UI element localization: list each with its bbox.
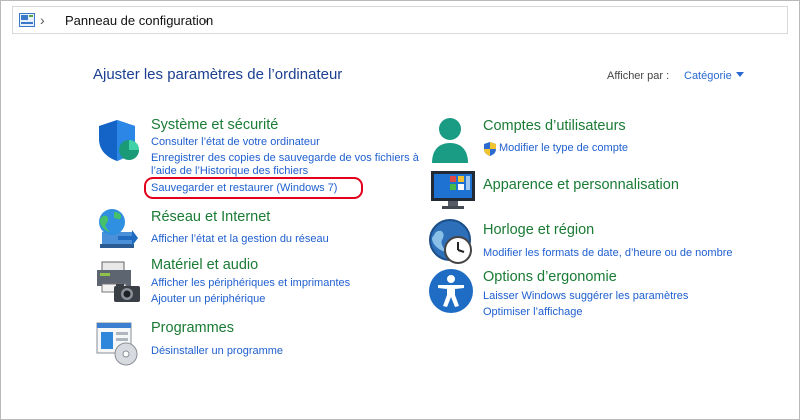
uac-shield-icon xyxy=(484,142,496,156)
link-optimize-display[interactable]: Optimiser l’affichage xyxy=(483,305,582,319)
category-programs[interactable]: Programmes xyxy=(151,320,234,336)
printer-camera-icon[interactable] xyxy=(96,258,142,304)
shield-icon[interactable] xyxy=(96,117,142,163)
link-change-date-formats[interactable]: Modifier les formats de date, d’heure ou… xyxy=(483,246,732,260)
category-clock-region[interactable]: Horloge et région xyxy=(483,222,594,238)
link-change-account-type[interactable]: Modifier le type de compte xyxy=(499,141,628,155)
link-check-computer-status[interactable]: Consulter l’état de votre ordinateur xyxy=(151,135,320,149)
link-file-history-backup-line2[interactable]: l’aide de l’Historique des fichiers xyxy=(151,164,308,178)
control-panel-icon xyxy=(19,13,35,27)
category-system-security[interactable]: Système et sécurité xyxy=(151,117,278,133)
address-bar[interactable]: › Panneau de configuration › xyxy=(12,6,788,34)
category-network-internet[interactable]: Réseau et Internet xyxy=(151,209,270,225)
category-appearance-personalization[interactable]: Apparence et personnalisation xyxy=(483,177,679,193)
programs-disc-icon[interactable] xyxy=(96,322,140,366)
view-by-label: Afficher par : xyxy=(607,70,670,82)
category-hardware-sound[interactable]: Matériel et audio xyxy=(151,257,258,273)
view-by-dropdown[interactable]: Catégorie xyxy=(684,70,732,82)
clock-globe-icon[interactable] xyxy=(428,218,476,266)
category-ease-of-access[interactable]: Options d’ergonomie xyxy=(483,269,617,285)
chevron-right-icon[interactable]: › xyxy=(203,12,208,28)
highlight-annotation xyxy=(144,177,363,199)
globe-network-icon[interactable] xyxy=(96,206,140,250)
link-devices-printers[interactable]: Afficher les périphériques et imprimante… xyxy=(151,276,350,290)
monitor-icon[interactable] xyxy=(430,170,476,210)
accessibility-icon[interactable] xyxy=(428,268,474,314)
breadcrumb[interactable]: Panneau de configuration xyxy=(65,13,213,28)
page-title: Ajuster les paramètres de l’ordinateur xyxy=(93,66,343,83)
user-icon[interactable] xyxy=(430,117,474,165)
link-network-status[interactable]: Afficher l’état et la gestion du réseau xyxy=(151,232,329,246)
chevron-down-icon[interactable] xyxy=(736,72,744,77)
link-let-windows-suggest[interactable]: Laisser Windows suggérer les paramètres xyxy=(483,289,688,303)
link-file-history-backup[interactable]: Enregistrer des copies de sauvegarde de … xyxy=(151,151,419,165)
category-user-accounts[interactable]: Comptes d’utilisateurs xyxy=(483,118,626,134)
link-uninstall-program[interactable]: Désinstaller un programme xyxy=(151,344,283,358)
link-add-device[interactable]: Ajouter un périphérique xyxy=(151,292,265,306)
chevron-right-icon[interactable]: › xyxy=(40,12,45,28)
